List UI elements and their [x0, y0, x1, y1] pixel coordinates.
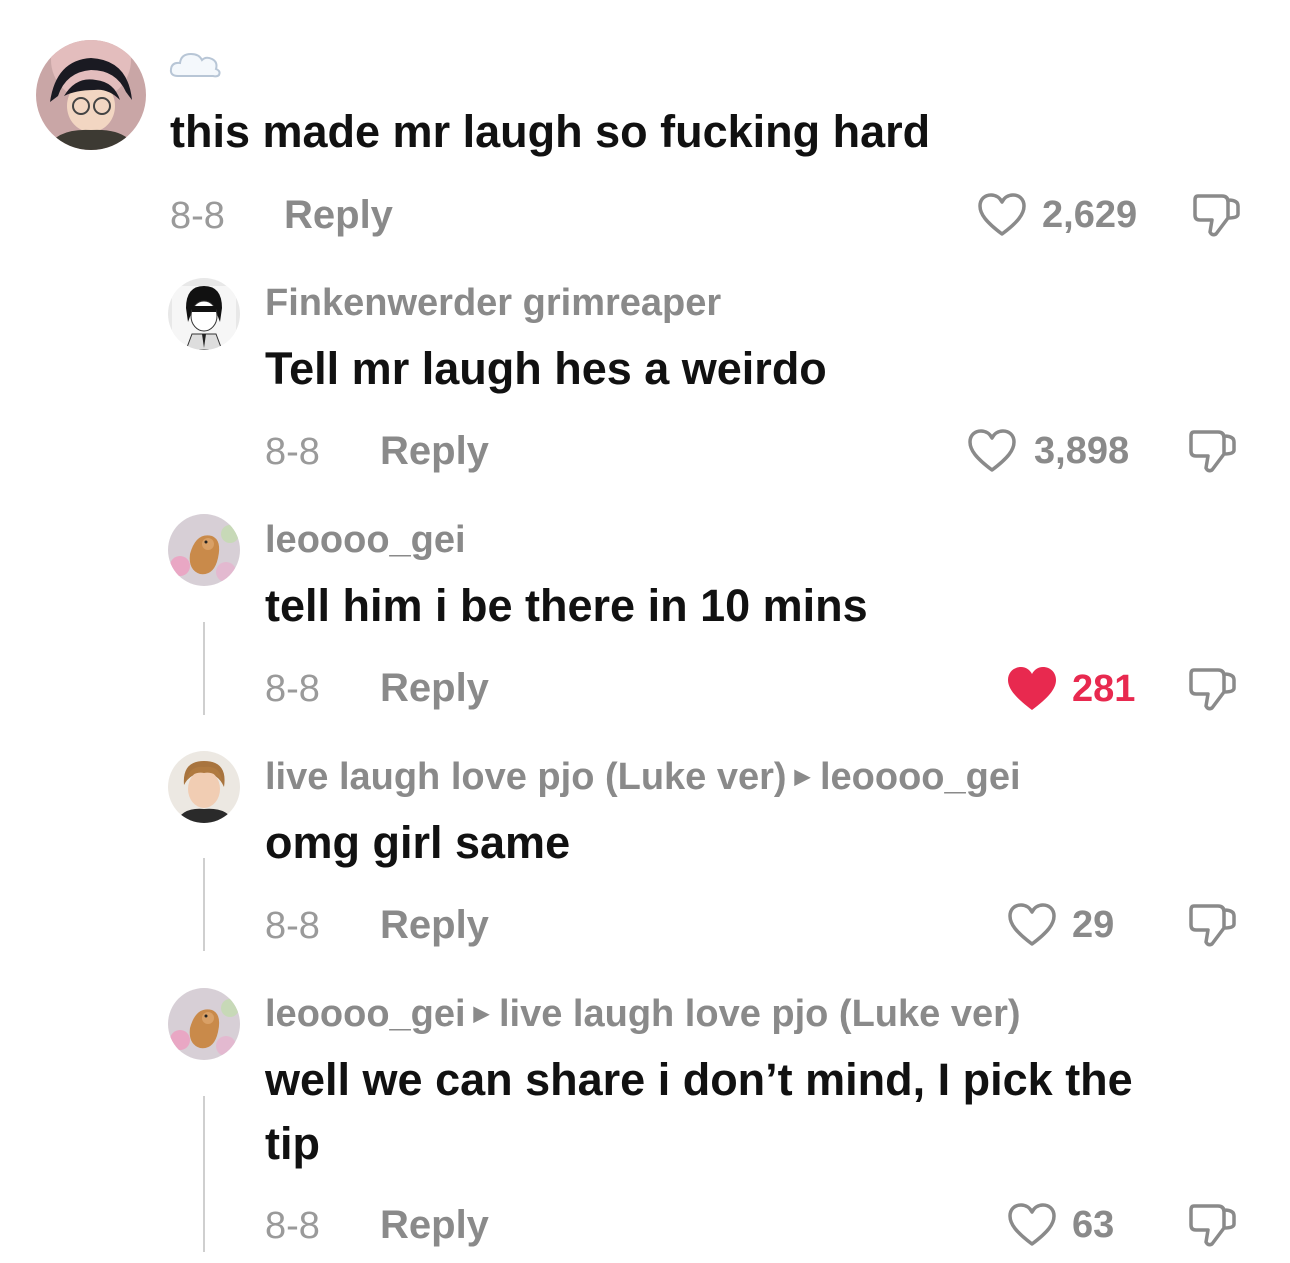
comment-date: 8-8 — [170, 195, 225, 237]
reply-arrow-icon: ▶ — [473, 1003, 489, 1025]
comment-text: well we can share i don’t mind, I pick t… — [265, 1048, 1225, 1176]
avatar[interactable] — [168, 278, 240, 350]
dislike-icon[interactable] — [1186, 1200, 1238, 1250]
comment-date: 8-8 — [265, 1205, 320, 1247]
like-count: 3,898 — [1034, 430, 1130, 472]
comment-text-line: tip — [265, 1118, 320, 1169]
comment-text: omg girl same — [265, 817, 571, 868]
heart-icon[interactable] — [976, 192, 1028, 238]
avatar-image — [168, 988, 240, 1060]
avatar[interactable] — [168, 514, 240, 586]
reply-button[interactable]: Reply — [380, 668, 489, 708]
thread-line — [203, 622, 205, 715]
dislike-icon[interactable] — [1186, 900, 1238, 950]
comment-date: 8-8 — [265, 668, 320, 710]
username-text[interactable]: leoooo_gei — [265, 993, 466, 1035]
like-count: 29 — [1072, 904, 1115, 946]
like-count: 281 — [1072, 668, 1136, 710]
reply-arrow-icon: ▶ — [794, 766, 810, 788]
comment-text: this made mr laugh so fucking hard — [170, 106, 931, 157]
comment-text-line: well we can share i don’t mind, I pick t… — [265, 1054, 1133, 1105]
reply-to-username[interactable]: live laugh love pjo (Luke ver) — [499, 993, 1021, 1035]
dislike-icon[interactable] — [1186, 426, 1238, 476]
like-count: 2,629 — [1042, 194, 1138, 236]
heart-filled-icon[interactable] — [1006, 666, 1058, 712]
comment-text: Tell mr laugh hes a weirdo — [265, 343, 827, 394]
dislike-icon[interactable] — [1186, 664, 1238, 714]
username[interactable]: live laugh love pjo (Luke ver) ▶ leoooo_ge… — [265, 758, 1021, 796]
avatar[interactable] — [168, 988, 240, 1060]
avatar-image — [168, 514, 240, 586]
comment-text: tell him i be there in 10 mins — [265, 580, 868, 631]
avatar-image — [36, 40, 146, 150]
avatar-image — [168, 751, 240, 823]
reply-button[interactable]: Reply — [380, 431, 489, 471]
dislike-icon[interactable] — [1190, 190, 1242, 240]
heart-icon[interactable] — [1006, 1202, 1058, 1248]
comment-date: 8-8 — [265, 431, 320, 473]
username-text[interactable]: live laugh love pjo (Luke ver) — [265, 756, 787, 798]
avatar-image — [168, 278, 240, 350]
reply-button[interactable]: Reply — [380, 1205, 489, 1245]
username[interactable]: leoooo_gei ▶ live laugh love pjo (Luke ver… — [265, 995, 1021, 1033]
thread-line — [203, 858, 205, 951]
like-count: 63 — [1072, 1204, 1115, 1246]
avatar[interactable] — [168, 751, 240, 823]
avatar[interactable] — [36, 40, 146, 150]
heart-icon[interactable] — [1006, 902, 1058, 948]
reply-to-username[interactable]: leoooo_gei — [820, 756, 1021, 798]
comment-date: 8-8 — [265, 905, 320, 947]
reply-button[interactable]: Reply — [284, 195, 393, 235]
heart-icon[interactable] — [966, 428, 1018, 474]
username[interactable]: leoooo_gei — [265, 521, 466, 559]
reply-button[interactable]: Reply — [380, 905, 489, 945]
cloud-icon — [169, 52, 221, 78]
username[interactable]: Finkenwerder grimreaper — [265, 284, 721, 322]
thread-line — [203, 1096, 205, 1252]
